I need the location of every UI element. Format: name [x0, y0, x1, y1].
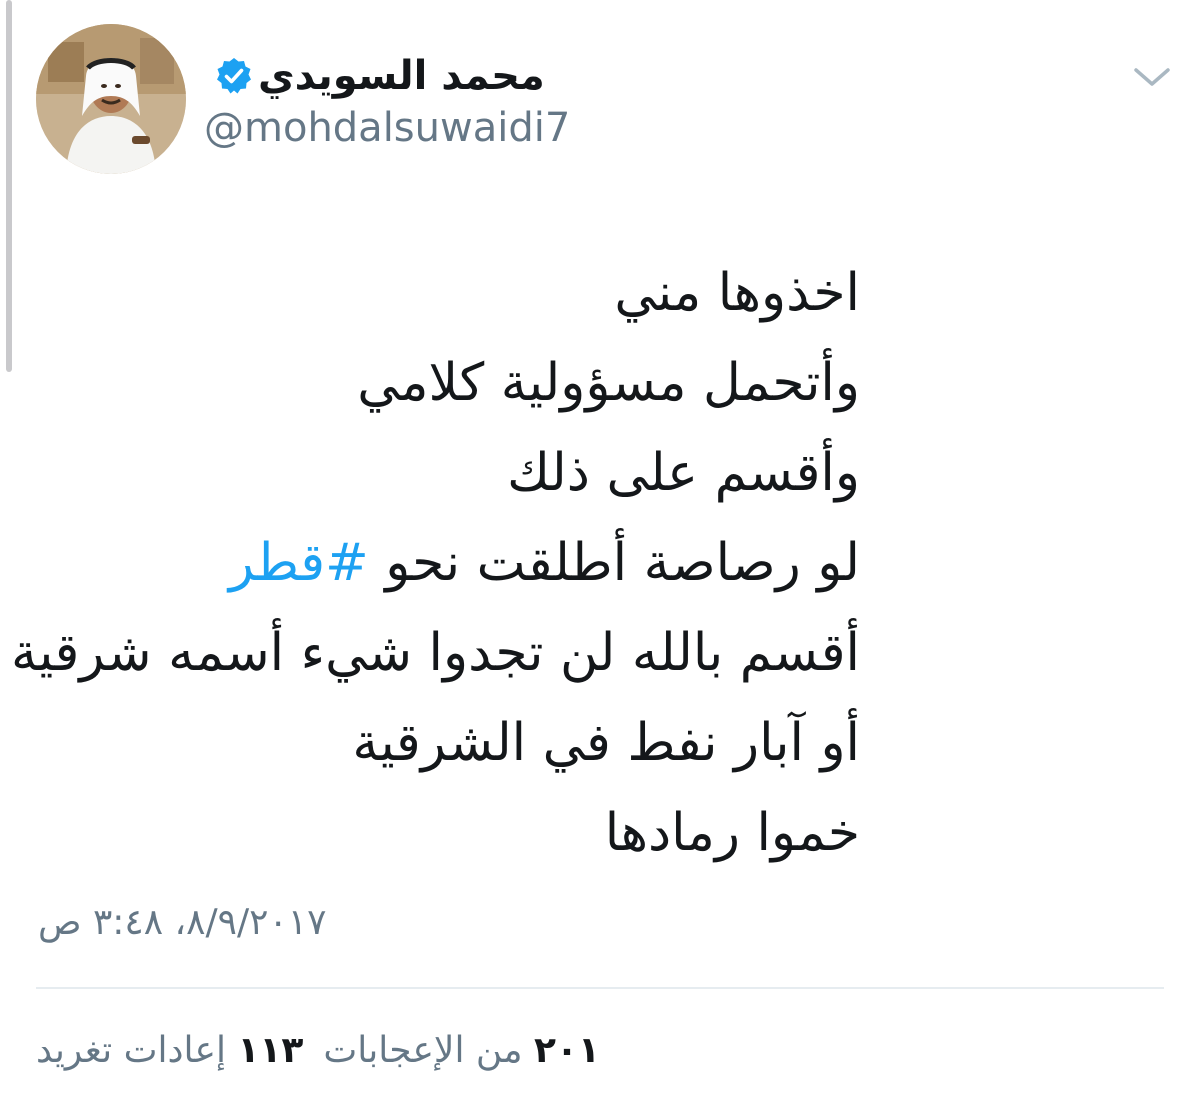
avatar[interactable]: [36, 24, 186, 174]
likes-label: من الإعجابات: [323, 1030, 523, 1071]
tweet-line: وأتحمل مسؤولية كلامي: [357, 353, 860, 413]
tweet-line: أو آبار نفط في الشرقية: [352, 713, 860, 773]
retweets-stat[interactable]: ١١٣ إعادات تغريد: [36, 1030, 303, 1071]
likes-stat[interactable]: ٢٠١ من الإعجابات: [323, 1030, 600, 1071]
tweet-line: وأقسم على ذلك: [507, 443, 860, 503]
tweet-line: خموا رمادها: [604, 803, 860, 863]
engagement-stats: ٢٠١ من الإعجابات ١١٣ إعادات تغريد: [36, 1030, 600, 1071]
tweet-text: اخذوها مني وأتحمل مسؤولية كلامي وأقسم عل…: [11, 248, 860, 878]
hashtag-link[interactable]: #قطر: [229, 533, 369, 593]
tweet-header: محمد السويدي @mohdalsuwaidi7: [0, 20, 1200, 190]
retweets-label: إعادات تغريد: [36, 1030, 226, 1071]
tweet-line: اخذوها مني: [614, 263, 860, 323]
name-row[interactable]: محمد السويدي: [204, 50, 545, 102]
tweet-line-prefix: لو رصاصة أطلقت نحو: [368, 533, 860, 593]
verified-badge-icon: [214, 56, 254, 96]
likes-count: ٢٠١: [534, 1030, 600, 1071]
user-handle[interactable]: @mohdalsuwaidi7: [204, 108, 570, 148]
tweet-timestamp[interactable]: ٨/٩/٢٠١٧، ٣:٤٨ ص: [38, 902, 326, 943]
retweets-count: ١١٣: [237, 1030, 304, 1071]
tweet-line-with-hashtag: لو رصاصة أطلقت نحو #قطر: [11, 518, 860, 608]
chevron-down-icon[interactable]: [1130, 62, 1174, 92]
display-name[interactable]: محمد السويدي: [258, 56, 545, 96]
tweet-line: أقسم بالله لن تجدوا شيء أسمه شرقية: [10, 623, 860, 683]
divider: [36, 987, 1164, 989]
